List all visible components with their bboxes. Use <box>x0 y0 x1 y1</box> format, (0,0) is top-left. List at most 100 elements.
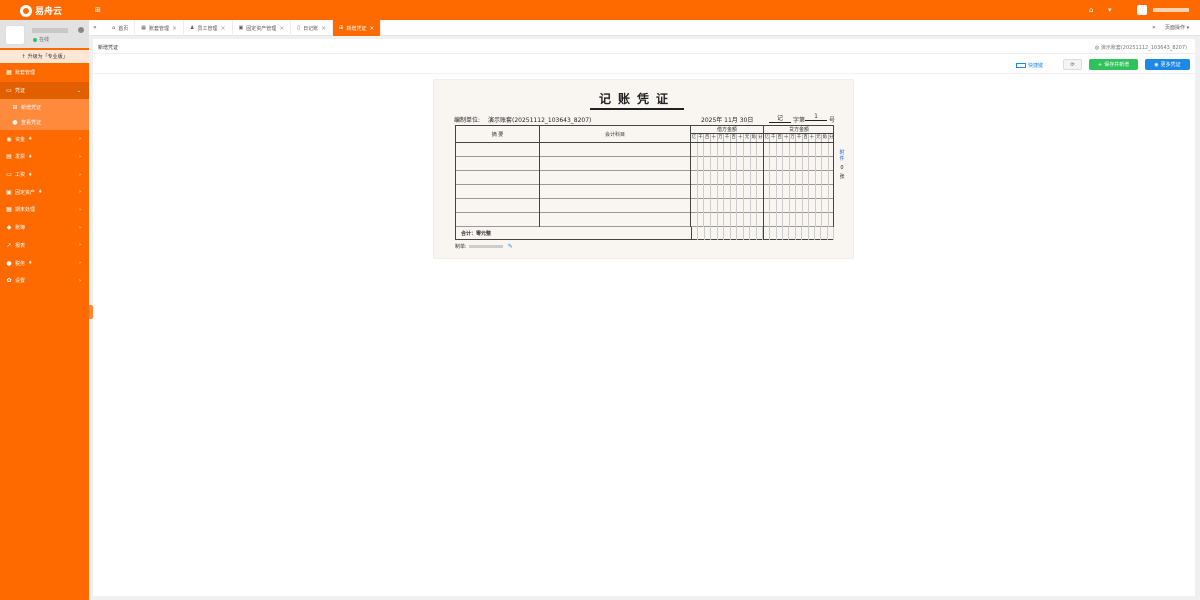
tab-employee[interactable]: ♟ 员工管理 × <box>184 20 233 36</box>
entry-row[interactable] <box>456 185 833 199</box>
sidebar-item-ledger[interactable]: ◆ 账簿 › <box>0 219 89 237</box>
sidebar-item-salary[interactable]: ▭ 工资 ♦ › <box>0 166 89 184</box>
credit-cell[interactable] <box>764 157 834 171</box>
upgrade-button[interactable]: ↑ 升级为「专业版」 <box>0 50 89 63</box>
debit-cell[interactable] <box>691 199 764 213</box>
maker-label: 制单: <box>455 244 467 250</box>
close-icon[interactable]: × <box>321 25 326 32</box>
digit-unit: 元 <box>744 134 751 142</box>
vip-icon: ♦ <box>38 189 43 196</box>
tab-new-voucher[interactable]: ⊞ 新增凭证 × <box>333 20 382 36</box>
debit-cell[interactable] <box>691 213 764 227</box>
subject-cell[interactable] <box>540 143 691 157</box>
user-name[interactable] <box>1153 8 1189 12</box>
debit-cell[interactable] <box>691 185 764 199</box>
maker-name <box>468 245 503 248</box>
debit-cell[interactable] <box>691 171 764 185</box>
subject-cell[interactable] <box>540 185 691 199</box>
sidebar: 在线 ↑ 升级为「专业版」 ▦ 账套管理 ▭ 凭证 ⌄ ⊞ 新增凭证 ● 查看凭… <box>0 20 89 600</box>
settings-icon[interactable] <box>78 27 84 33</box>
zihao-label: 字第 <box>793 117 806 124</box>
entry-row[interactable] <box>456 199 833 213</box>
close-icon[interactable]: × <box>369 25 374 32</box>
entry-row[interactable] <box>456 171 833 185</box>
view-icon: ● <box>12 119 18 127</box>
sidebar-toggle-icon[interactable]: ⊞ <box>95 6 101 14</box>
credit-cell[interactable] <box>764 171 834 185</box>
sidebar-item-reports[interactable]: ↗ 报表 › <box>0 237 89 255</box>
chevron-right-icon: › <box>79 224 81 231</box>
digit-col <box>724 213 731 227</box>
entry-row[interactable] <box>456 143 833 157</box>
digit-unit: 百 <box>704 134 711 142</box>
digit-col <box>711 199 718 213</box>
sidebar-item-view-voucher[interactable]: ● 查看凭证 <box>0 115 89 131</box>
tab-ledger-set[interactable]: ▦ 账套管理 × <box>135 20 184 36</box>
user-avatar[interactable] <box>1137 5 1147 15</box>
tab-scroll-right-icon[interactable]: » <box>1152 24 1156 31</box>
subject-cell[interactable] <box>540 171 691 185</box>
subject-cell[interactable] <box>540 213 691 227</box>
profile-avatar[interactable] <box>5 25 25 45</box>
subject-cell[interactable] <box>540 199 691 213</box>
digit-unit: 十 <box>738 134 745 142</box>
refresh-button[interactable]: ⟳ <box>1063 59 1082 70</box>
entry-row[interactable] <box>456 213 833 227</box>
close-icon[interactable]: × <box>279 25 284 32</box>
current-book-label: 演示账套(20251112_103643_8207) <box>1100 45 1187 51</box>
entry-row[interactable] <box>456 157 833 171</box>
online-status-label: 在线 <box>39 37 50 43</box>
digit-col <box>731 171 738 185</box>
summary-cell[interactable] <box>456 143 540 157</box>
summary-cell[interactable] <box>456 185 540 199</box>
sidebar-item-fixed-assets[interactable]: ▣ 固定资产 ♦ › <box>0 183 89 201</box>
credit-cell[interactable] <box>764 199 834 213</box>
digit-col <box>751 185 758 199</box>
tab-fixed-assets[interactable]: ▣ 固定资产管理 × <box>233 20 292 36</box>
close-icon[interactable]: × <box>172 25 177 32</box>
voucher-word-select[interactable]: 记 <box>769 113 791 123</box>
subject-header: 会计科目 <box>540 126 691 143</box>
credit-cell[interactable] <box>764 213 834 227</box>
voucher-number-input[interactable]: 1 <box>805 113 827 121</box>
tab-scroll-left-icon[interactable]: « <box>93 24 97 31</box>
bookmark-icon: ▯ <box>297 25 301 31</box>
save-and-new-button[interactable]: + 保存并新增 <box>1089 59 1138 70</box>
digit-col <box>691 199 698 213</box>
tab-journal[interactable]: ▯ 日记账 × <box>291 20 334 36</box>
sidebar-item-period-end[interactable]: ▦ 期末处理 › <box>0 201 89 219</box>
sidebar-item-settings[interactable]: ✿ 设置 › <box>0 272 89 290</box>
digit-col <box>751 171 758 185</box>
digit-col <box>731 213 738 227</box>
credit-cell[interactable] <box>764 143 834 157</box>
summary-cell[interactable] <box>456 213 540 227</box>
summary-cell[interactable] <box>456 157 540 171</box>
tab-label: 首页 <box>118 25 129 32</box>
page-ops-button[interactable]: 页面操作 ▾ <box>1165 24 1189 31</box>
attach-count[interactable]: 0 <box>838 165 846 171</box>
close-icon[interactable]: × <box>220 25 225 32</box>
sidebar-item-funds[interactable]: ◉ 资金 ♦ › <box>0 130 89 148</box>
main-content: 新增凭证 ◍ 演示账套(20251112_103643_8207) 快捷键 ⟳ … <box>93 39 1195 596</box>
credit-cell[interactable] <box>764 185 834 199</box>
attachments[interactable]: 附件 0 张 <box>838 150 846 180</box>
sidebar-item-invoice[interactable]: ▤ 发票 ♦ › <box>0 148 89 166</box>
edit-icon[interactable]: ✎ <box>508 243 513 250</box>
debit-cell[interactable] <box>691 157 764 171</box>
user-menu-icon[interactable]: ▾ <box>1108 6 1112 14</box>
debit-cell[interactable] <box>691 143 764 157</box>
sidebar-item-tax[interactable]: ● 税务 ♦ › <box>0 254 89 272</box>
tab-home[interactable]: ⌂ 首页 <box>106 20 136 36</box>
subject-cell[interactable] <box>540 157 691 171</box>
sidebar-item-new-voucher[interactable]: ⊞ 新增凭证 <box>0 99 89 115</box>
hotkey-button[interactable]: 快捷键 <box>1016 62 1043 69</box>
home-icon[interactable]: ⌂ <box>1089 6 1093 14</box>
sidebar-item-voucher[interactable]: ▭ 凭证 ⌄ <box>0 81 89 100</box>
digit-col <box>704 199 711 213</box>
summary-cell[interactable] <box>456 199 540 213</box>
summary-cell[interactable] <box>456 171 540 185</box>
tab-label: 固定资产管理 <box>246 25 277 32</box>
sidebar-item-ledger-set[interactable]: ▦ 账套管理 <box>0 64 89 82</box>
voucher-date[interactable]: 2025年 11月 30日 <box>701 115 753 124</box>
more-vouchers-button[interactable]: ◉ 更多凭证 <box>1145 59 1190 70</box>
